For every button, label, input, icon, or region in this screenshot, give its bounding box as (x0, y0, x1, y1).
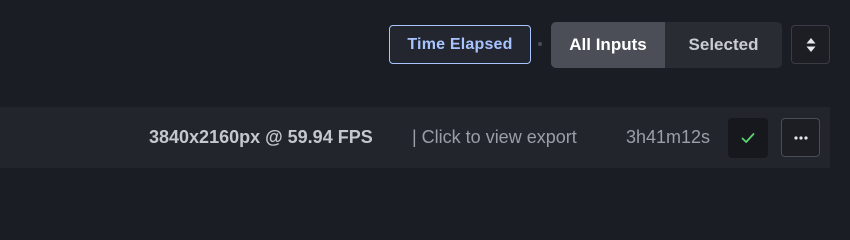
selected-label: Selected (688, 35, 759, 54)
export-row[interactable]: 3840x2160px @ 59.94 FPS | Click to view … (0, 107, 830, 168)
all-inputs-tab[interactable]: All Inputs (551, 22, 665, 68)
more-options-button[interactable] (781, 118, 820, 157)
export-duration: 3h41m12s (626, 127, 711, 147)
sort-arrows-icon (806, 37, 815, 52)
export-resolution: 3840x2160px @ 59.94 FPS (149, 127, 373, 147)
sort-button[interactable] (791, 25, 830, 64)
checkmark-icon (741, 133, 755, 143)
view-export-link[interactable]: | Click to view export (412, 107, 577, 168)
time-elapsed-button[interactable]: Time Elapsed (389, 25, 531, 64)
export-status-button[interactable] (728, 118, 768, 158)
all-inputs-label: All Inputs (569, 35, 647, 54)
time-elapsed-label: Time Elapsed (407, 35, 513, 53)
selected-tab[interactable]: Selected (665, 22, 782, 68)
more-dots-icon (793, 135, 808, 140)
separator-dot (538, 42, 542, 46)
input-filter-segmented-control: All Inputs Selected (551, 22, 782, 68)
